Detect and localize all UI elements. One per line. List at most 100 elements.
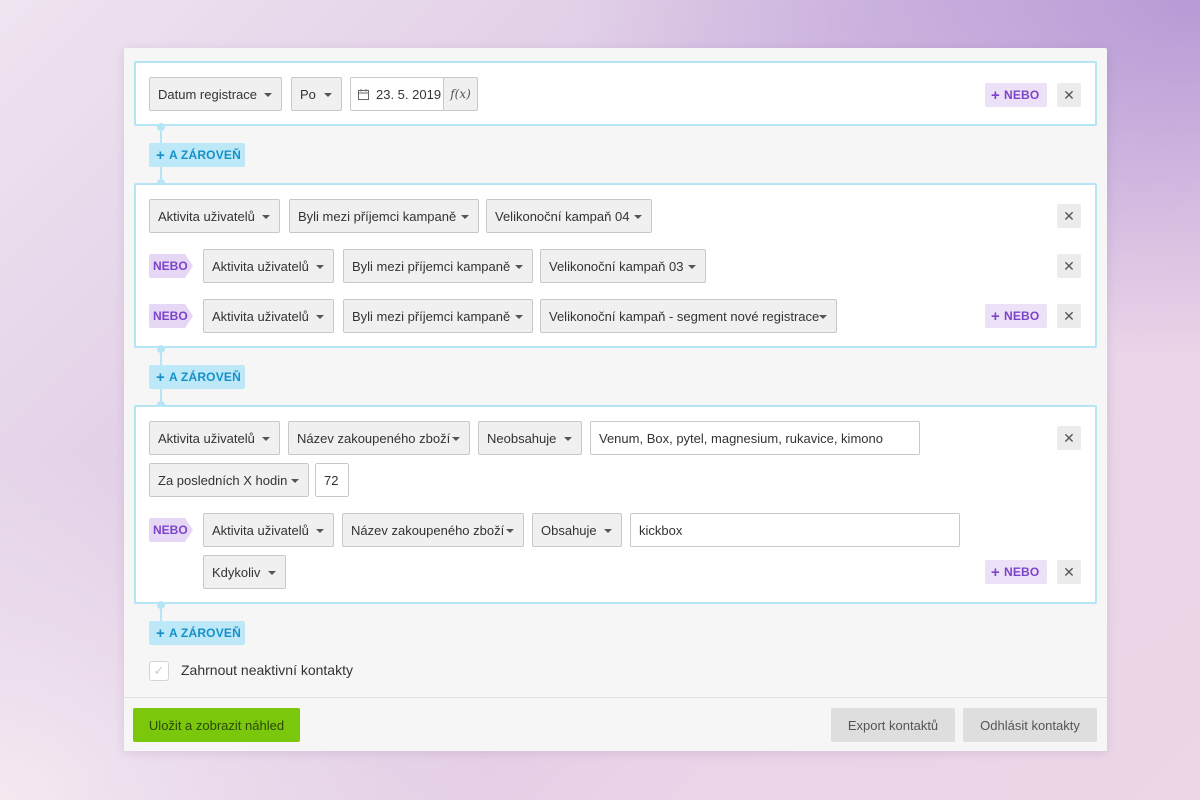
add-or-label: NEBO (1003, 88, 1040, 102)
date-input[interactable]: 23. 5. 2019 (350, 77, 444, 111)
products-input-value: kickbox (639, 522, 683, 538)
campaign-select[interactable]: Velikonoční kampaň 03 (540, 249, 706, 283)
add-and-button[interactable]: + A ZÁROVEŇ (149, 365, 245, 389)
caret-down-icon (564, 437, 572, 441)
condition-select-label: Název zakoupeného zboží (351, 522, 505, 538)
field-select-label: Aktivita uživatelů (212, 308, 309, 324)
caret-down-icon (316, 529, 324, 533)
caret-down-icon (604, 529, 612, 533)
caret-down-icon (461, 215, 469, 219)
caret-down-icon (264, 93, 272, 97)
export-contacts-button[interactable]: Export kontaktů (831, 708, 955, 742)
condition-select[interactable]: Byli mezi příjemci kampaně (343, 249, 533, 283)
plus-icon: + (156, 368, 165, 386)
close-icon: ✕ (1063, 307, 1075, 324)
campaign-select-label: Velikonoční kampaň - segment nové regist… (549, 308, 820, 324)
remove-condition-button[interactable]: ✕ (1057, 304, 1081, 328)
remove-condition-button[interactable]: ✕ (1057, 83, 1081, 107)
time-range-select[interactable]: Kdykoliv (203, 555, 286, 589)
or-tag: NEBO (149, 254, 193, 278)
caret-down-icon (291, 479, 299, 483)
add-or-button[interactable]: + NEBO (985, 83, 1048, 107)
caret-down-icon (268, 571, 276, 575)
field-select-label: Datum registrace (158, 86, 257, 102)
segment-editor-modal: Datum registrace Po 23. 5. 2019 f(x) + N… (124, 48, 1107, 751)
condition-select[interactable]: Název zakoupeného zboží (288, 421, 470, 455)
condition-select-label: Byli mezi příjemci kampaně (352, 258, 511, 274)
time-range-select-label: Za posledních X hodin (158, 472, 288, 488)
operator-select-label: Obsahuje (541, 522, 597, 538)
add-and-button[interactable]: + A ZÁROVEŇ (149, 621, 245, 645)
field-select[interactable]: Aktivita uživatelů (203, 249, 334, 283)
operator-select[interactable]: Obsahuje (532, 513, 622, 547)
operator-select[interactable]: Neobsahuje (478, 421, 582, 455)
hours-input-value: 72 (324, 472, 339, 488)
products-input[interactable]: Venum, Box, pytel, magnesium, rukavice, … (590, 421, 920, 455)
hours-input[interactable]: 72 (315, 463, 349, 497)
remove-condition-button[interactable]: ✕ (1057, 254, 1081, 278)
modal-footer: Uložit a zobrazit náhled Export kontaktů… (124, 697, 1107, 751)
remove-condition-button[interactable]: ✕ (1057, 426, 1081, 450)
time-range-select-label: Kdykoliv (212, 564, 261, 580)
caret-down-icon (688, 265, 696, 269)
time-range-select[interactable]: Za posledních X hodin (149, 463, 309, 497)
save-preview-button[interactable]: Uložit a zobrazit náhled (133, 708, 300, 742)
close-icon: ✕ (1063, 257, 1075, 274)
add-and-label: A ZÁROVEŇ (168, 626, 241, 640)
remove-condition-button[interactable]: ✕ (1057, 204, 1081, 228)
add-or-label: NEBO (1003, 565, 1040, 579)
products-input-value: Venum, Box, pytel, magnesium, rukavice, … (599, 430, 883, 446)
field-select[interactable]: Datum registrace (149, 77, 282, 111)
campaign-select[interactable]: Velikonoční kampaň - segment nové regist… (540, 299, 837, 333)
operator-select-label: Neobsahuje (487, 430, 557, 446)
remove-condition-button[interactable]: ✕ (1057, 560, 1081, 584)
close-icon: ✕ (1063, 86, 1075, 103)
connector-line (160, 605, 162, 621)
field-select[interactable]: Aktivita uživatelů (203, 513, 334, 547)
unsubscribe-contacts-button[interactable]: Odhlásit kontakty (963, 708, 1097, 742)
condition-select[interactable]: Byli mezi příjemci kampaně (343, 299, 533, 333)
function-button[interactable]: f(x) (443, 77, 478, 111)
caret-down-icon (515, 315, 523, 319)
campaign-select[interactable]: Velikonoční kampaň 04 (486, 199, 652, 233)
caret-down-icon (634, 215, 642, 219)
date-value: 23. 5. 2019 (376, 86, 442, 102)
condition-block-2: Aktivita uživatelů Byli mezi příjemci ka… (134, 183, 1097, 348)
caret-down-icon (324, 93, 332, 97)
caret-down-icon (316, 315, 324, 319)
field-select[interactable]: Aktivita uživatelů (203, 299, 334, 333)
condition-block-1: Datum registrace Po 23. 5. 2019 f(x) + N… (134, 61, 1097, 126)
include-inactive-label: Zahrnout neaktivní kontakty (181, 662, 353, 678)
caret-down-icon (819, 315, 827, 319)
add-or-button[interactable]: + NEBO (985, 304, 1048, 328)
field-select-label: Aktivita uživatelů (158, 208, 255, 224)
calendar-icon (358, 89, 369, 100)
add-or-label: NEBO (1003, 309, 1040, 323)
campaign-select-label: Velikonoční kampaň 03 (549, 258, 684, 274)
caret-down-icon (515, 265, 523, 269)
add-and-button[interactable]: + A ZÁROVEŇ (149, 143, 245, 167)
campaign-select-label: Velikonoční kampaň 04 (495, 208, 630, 224)
add-or-button[interactable]: + NEBO (985, 560, 1048, 584)
close-icon: ✕ (1063, 429, 1075, 446)
field-select-label: Aktivita uživatelů (158, 430, 255, 446)
field-select[interactable]: Aktivita uživatelů (149, 421, 280, 455)
caret-down-icon (262, 215, 270, 219)
plus-icon: + (991, 563, 1000, 581)
function-icon: f(x) (450, 87, 471, 101)
condition-select[interactable]: Název zakoupeného zboží (342, 513, 524, 547)
condition-select-label: Název zakoupeného zboží (297, 430, 451, 446)
condition-select-label: Byli mezi příjemci kampaně (298, 208, 457, 224)
operator-select[interactable]: Po (291, 77, 342, 111)
or-tag: NEBO (149, 518, 193, 542)
caret-down-icon (452, 437, 460, 441)
include-inactive-checkbox[interactable]: ✓ (149, 661, 169, 681)
field-select[interactable]: Aktivita uživatelů (149, 199, 280, 233)
add-and-label: A ZÁROVEŇ (168, 370, 241, 384)
condition-select[interactable]: Byli mezi příjemci kampaně (289, 199, 479, 233)
field-select-label: Aktivita uživatelů (212, 258, 309, 274)
close-icon: ✕ (1063, 207, 1075, 224)
products-input[interactable]: kickbox (630, 513, 960, 547)
condition-select-label: Byli mezi příjemci kampaně (352, 308, 511, 324)
caret-down-icon (262, 437, 270, 441)
